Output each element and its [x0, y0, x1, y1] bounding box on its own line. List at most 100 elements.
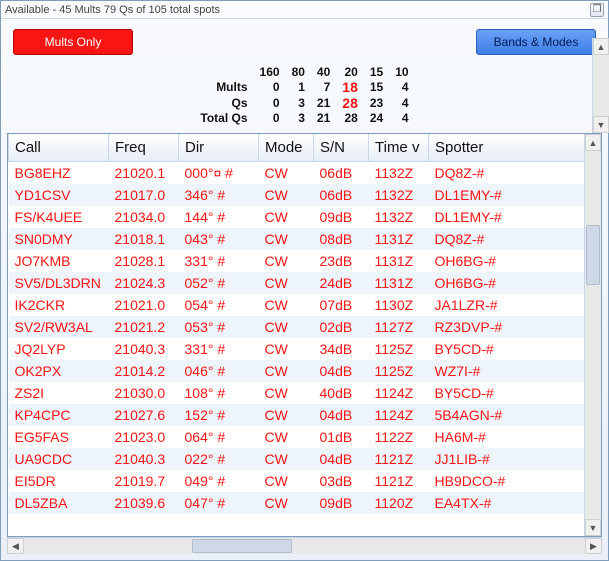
band-header: 20	[336, 65, 364, 79]
cell-sn: 40dB	[314, 382, 369, 404]
bands-modes-button[interactable]: Bands & Modes	[476, 29, 596, 55]
cell-call: ZS2I	[9, 382, 109, 404]
table-row[interactable]: YD1CSV21017.0346° #CW06dB1132ZDL1EMY-#	[9, 184, 601, 206]
cell-freq: 21023.0	[109, 426, 179, 448]
mults-only-button[interactable]: Mults Only	[13, 29, 133, 55]
col-freq[interactable]: Freq	[109, 134, 179, 162]
cell-dir: 047° #	[179, 492, 259, 514]
cell-spotter: DL1EMY-#	[429, 206, 601, 228]
table-vertical-scrollbar[interactable]: ▲ ▼	[584, 134, 601, 536]
table-row[interactable]: ZS2I21030.0108° #CW40dB1124ZBY5CD-#	[9, 382, 601, 404]
cell-sn: 04dB	[314, 404, 369, 426]
cell-mode: CW	[259, 404, 314, 426]
table-horizontal-scrollbar[interactable]: ◀ ▶	[7, 537, 602, 554]
scroll-down-icon[interactable]: ▼	[585, 519, 601, 536]
scroll-thumb[interactable]	[586, 225, 600, 285]
table-row[interactable]: SV5/DL3DRN21024.3052° #CW24dB1131ZOH6BG-…	[9, 272, 601, 294]
summary-row: Total Qs032128244	[194, 111, 414, 125]
cell-mode: CW	[259, 316, 314, 338]
cell-sn: 01dB	[314, 426, 369, 448]
cell-freq: 21020.1	[109, 162, 179, 185]
titlebar: Available - 45 Mults 79 Qs of 105 total …	[1, 1, 608, 19]
table-row[interactable]: FS/K4UEE21034.0144° #CW09dB1132ZDL1EMY-#	[9, 206, 601, 228]
scroll-up-icon[interactable]: ▲	[593, 38, 609, 55]
hscroll-track[interactable]	[24, 538, 585, 554]
cell-sn: 34dB	[314, 338, 369, 360]
cell-time: 1132Z	[369, 184, 429, 206]
scroll-left-icon[interactable]: ◀	[7, 538, 24, 554]
cell-dir: 054° #	[179, 294, 259, 316]
table-row[interactable]: KP4CPC21027.6152° #CW04dB1124Z5B4AGN-#	[9, 404, 601, 426]
cell-mode: CW	[259, 360, 314, 382]
cell-dir: 331° #	[179, 250, 259, 272]
col-mode[interactable]: Mode	[259, 134, 314, 162]
table-row[interactable]: UA9CDC21040.3022° #CW04dB1121ZJJ1LIB-#	[9, 448, 601, 470]
cell-time: 1125Z	[369, 360, 429, 382]
cell-time: 1127Z	[369, 316, 429, 338]
cell-mode: CW	[259, 448, 314, 470]
cell-spotter: JJ1LIB-#	[429, 448, 601, 470]
cell-spotter: OH6BG-#	[429, 250, 601, 272]
cell-sn: 09dB	[314, 206, 369, 228]
main-area: Call Freq Dir Mode S/N Time v Spotter BG…	[1, 133, 608, 560]
scroll-track[interactable]	[593, 55, 609, 116]
band-header: 80	[286, 65, 311, 79]
table-row[interactable]: EI5DR21019.7049° #CW03dB1121ZHB9DCO-#	[9, 470, 601, 492]
table-row[interactable]: SV2/RW3AL21021.2053° #CW02dB1127ZRZ3DVP-…	[9, 316, 601, 338]
col-spotter[interactable]: Spotter	[429, 134, 601, 162]
cell-freq: 21018.1	[109, 228, 179, 250]
cell-call: KP4CPC	[9, 404, 109, 426]
hscroll-thumb[interactable]	[192, 539, 292, 553]
cell-time: 1122Z	[369, 426, 429, 448]
available-spots-window: Available - 45 Mults 79 Qs of 105 total …	[0, 0, 609, 561]
cell-freq: 21027.6	[109, 404, 179, 426]
cell-freq: 21030.0	[109, 382, 179, 404]
col-call[interactable]: Call	[9, 134, 109, 162]
scroll-up-icon[interactable]: ▲	[585, 134, 601, 151]
table-row[interactable]: EG5FAS21023.0064° #CW01dB1122ZHA6M-#	[9, 426, 601, 448]
cell-spotter: 5B4AGN-#	[429, 404, 601, 426]
cell-mode: CW	[259, 492, 314, 514]
cell-spotter: WZ7I-#	[429, 360, 601, 382]
col-time[interactable]: Time v	[369, 134, 429, 162]
cell-time: 1131Z	[369, 272, 429, 294]
scroll-down-icon[interactable]: ▼	[593, 116, 609, 133]
scroll-track[interactable]	[585, 151, 601, 519]
table-row[interactable]: JO7KMB21028.1331° #CW23dB1131ZOH6BG-#	[9, 250, 601, 272]
col-sn[interactable]: S/N	[314, 134, 369, 162]
cell-spotter: DQ8Z-#	[429, 228, 601, 250]
table-row[interactable]: SN0DMY21018.1043° #CW08dB1131ZDQ8Z-#	[9, 228, 601, 250]
cell-call: SN0DMY	[9, 228, 109, 250]
table-row[interactable]: DL5ZBA21039.6047° #CW09dB1120ZEA4TX-#	[9, 492, 601, 514]
cell-sn: 08dB	[314, 228, 369, 250]
cell-dir: 046° #	[179, 360, 259, 382]
cell-time: 1124Z	[369, 382, 429, 404]
table-row[interactable]: BG8EHZ21020.1000°¤ #CW06dB1132ZDQ8Z-#	[9, 162, 601, 185]
cell-mode: CW	[259, 470, 314, 492]
table-row[interactable]: OK2PX21014.2046° #CW04dB1125ZWZ7I-#	[9, 360, 601, 382]
cell-spotter: DQ8Z-#	[429, 162, 601, 185]
col-dir[interactable]: Dir	[179, 134, 259, 162]
cell-freq: 21034.0	[109, 206, 179, 228]
cell-time: 1132Z	[369, 206, 429, 228]
summary-cell: 7	[311, 79, 336, 95]
table-row[interactable]: IK2CKR21021.0054° #CW07dB1130ZJA1LZR-#	[9, 294, 601, 316]
cell-mode: CW	[259, 426, 314, 448]
restore-icon[interactable]: ❐	[590, 3, 604, 17]
cell-freq: 21021.2	[109, 316, 179, 338]
summary-vertical-scrollbar[interactable]: ▲ ▼	[592, 38, 609, 133]
cell-freq: 21024.3	[109, 272, 179, 294]
cell-call: DL5ZBA	[9, 492, 109, 514]
summary-row-label: Qs	[194, 95, 253, 111]
scroll-right-icon[interactable]: ▶	[585, 538, 602, 554]
summary-cell: 21	[311, 111, 336, 125]
cell-mode: CW	[259, 206, 314, 228]
cell-freq: 21014.2	[109, 360, 179, 382]
cell-mode: CW	[259, 338, 314, 360]
band-summary-table: 1608040201510 Mults01718154Qs032128234To…	[194, 65, 414, 125]
cell-time: 1121Z	[369, 448, 429, 470]
cell-call: IK2CKR	[9, 294, 109, 316]
cell-time: 1125Z	[369, 338, 429, 360]
summary-cell: 4	[389, 111, 414, 125]
table-row[interactable]: JQ2LYP21040.3331° #CW34dB1125ZBY5CD-#	[9, 338, 601, 360]
